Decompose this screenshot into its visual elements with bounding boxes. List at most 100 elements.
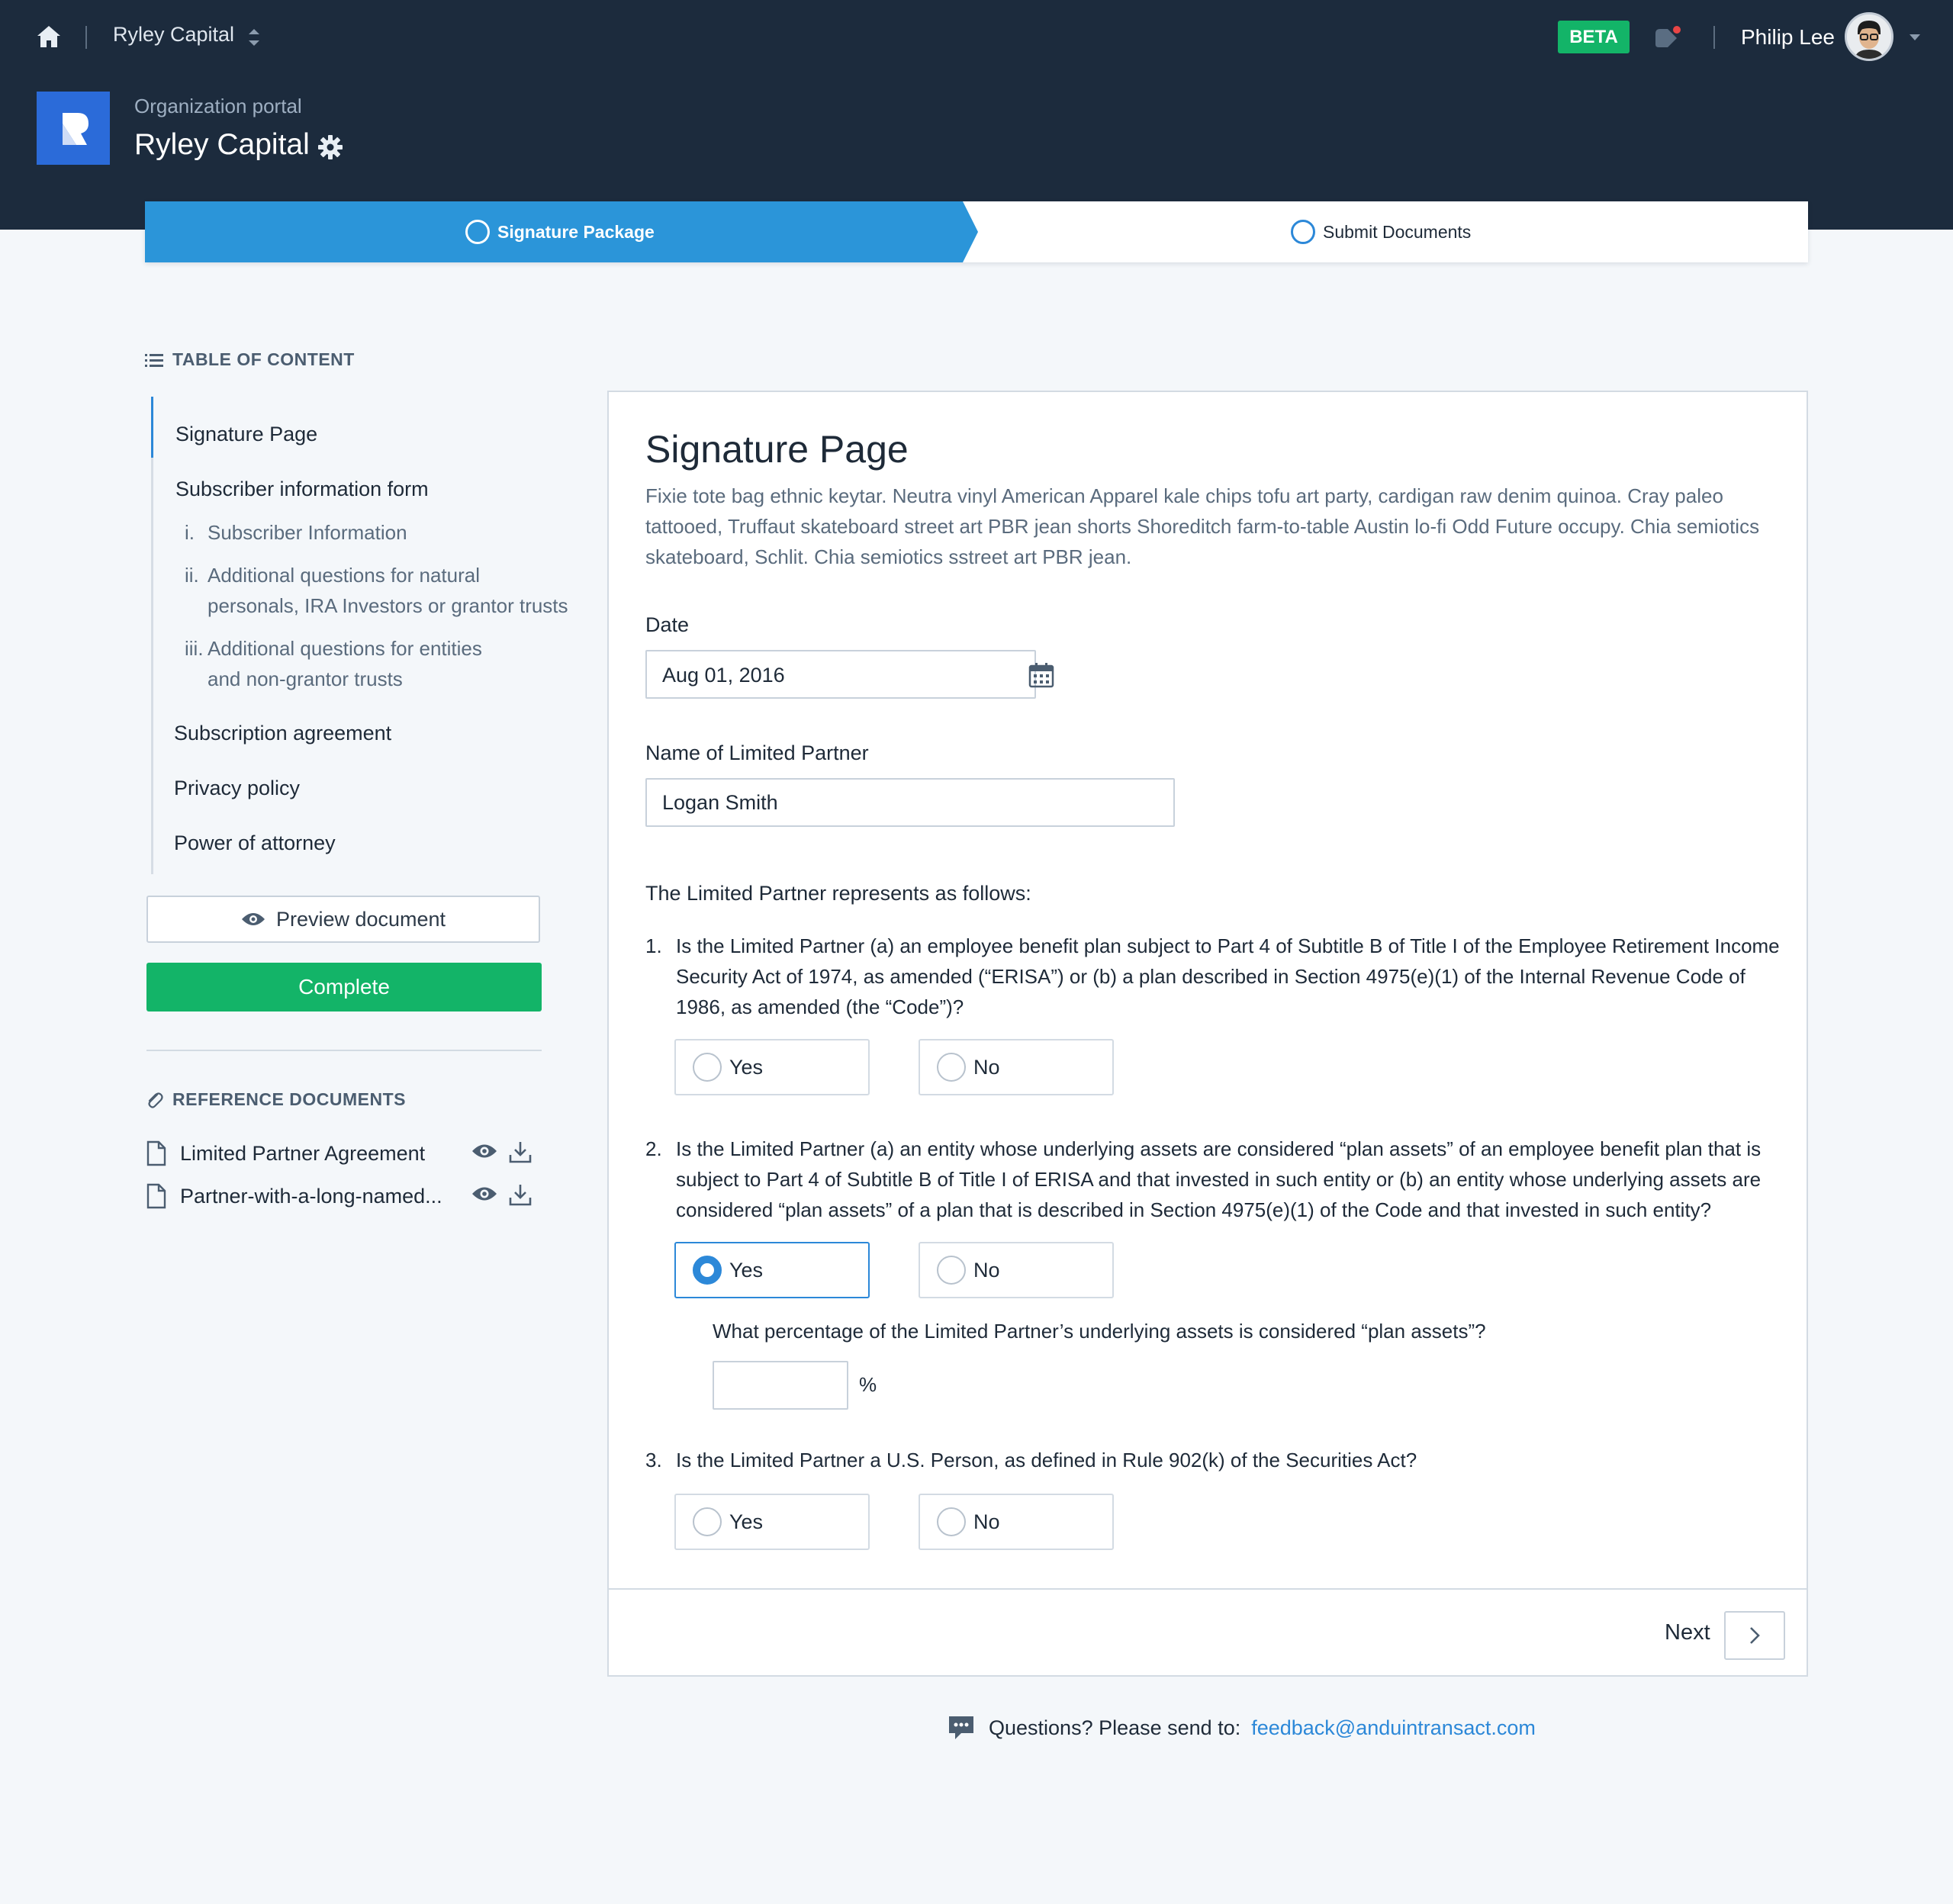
download-icon[interactable] bbox=[508, 1140, 532, 1164]
portal-label: Organization portal bbox=[134, 95, 302, 117]
eye-icon[interactable] bbox=[471, 1143, 497, 1159]
toc-heading-label: TABLE OF CONTENT bbox=[172, 349, 355, 369]
toc-subitem-label: Additional questions for entities bbox=[208, 637, 482, 660]
reference-document-row: Partner-with-a-long-named... bbox=[146, 1179, 543, 1213]
divider bbox=[85, 26, 87, 49]
beta-badge: BETA bbox=[1558, 21, 1630, 53]
reference-document-name[interactable]: Partner-with-a-long-named... bbox=[180, 1185, 470, 1208]
question-number: 3. bbox=[645, 1449, 662, 1471]
toc-subitem-label: personals, IRA Investors or grantor trus… bbox=[208, 594, 568, 617]
reference-document-name[interactable]: Limited Partner Agreement bbox=[180, 1142, 470, 1166]
org-logo bbox=[37, 92, 110, 165]
question-number: 1. bbox=[645, 934, 662, 957]
feedback-footer: Questions? Please send to: feedback@andu… bbox=[948, 1715, 1536, 1741]
question-text: Is the Limited Partner (a) an entity who… bbox=[676, 1137, 1762, 1221]
eye-icon bbox=[241, 913, 265, 925]
avatar[interactable] bbox=[1845, 12, 1893, 61]
radio-dot bbox=[693, 1256, 722, 1285]
reference-documents-heading: REFERENCE DOCUMENTS bbox=[145, 1089, 406, 1110]
preview-document-label: Preview document bbox=[275, 907, 446, 931]
toc-item-subscription-agreement[interactable]: Subscription agreement bbox=[174, 722, 391, 745]
date-label: Date bbox=[645, 613, 690, 636]
toc-subitem-number: i. bbox=[185, 521, 195, 544]
represents-label: The Limited Partner represents as follow… bbox=[645, 882, 1031, 905]
toc-subitem-number: ii. bbox=[185, 564, 199, 587]
toc-heading: TABLE OF CONTENT bbox=[145, 349, 355, 370]
toc-subitem-label: and non-grantor trusts bbox=[208, 667, 403, 690]
feedback-text: Questions? Please send to: bbox=[989, 1716, 1241, 1739]
updown-chevron-icon[interactable] bbox=[246, 26, 262, 49]
q2-yes-radio[interactable]: Yes bbox=[674, 1242, 870, 1298]
toc-subitem-label: Additional questions for natural bbox=[208, 564, 481, 587]
toc-item-privacy-policy[interactable]: Privacy policy bbox=[174, 777, 300, 800]
user-name[interactable]: Philip Lee bbox=[1741, 25, 1835, 50]
radio-dot bbox=[693, 1053, 722, 1082]
radio-label: No bbox=[973, 1510, 1000, 1533]
question-number: 2. bbox=[645, 1137, 662, 1160]
form-title: Signature Page bbox=[645, 428, 909, 471]
step-circle-icon bbox=[1291, 220, 1315, 244]
q1-yes-radio[interactable]: Yes bbox=[674, 1039, 870, 1095]
question-3: 3. Is the Limited Partner a U.S. Person,… bbox=[645, 1445, 1782, 1475]
radio-label: Yes bbox=[729, 1055, 764, 1079]
question-text: Is the Limited Partner a U.S. Person, as… bbox=[676, 1449, 1417, 1471]
stepper: Signature Package Submit Documents bbox=[145, 201, 1808, 262]
next-label[interactable]: Next bbox=[1665, 1620, 1710, 1645]
form-description: Fixie tote bag ethnic keytar. Neutra vin… bbox=[645, 484, 1760, 568]
plan-assets-percentage-input[interactable] bbox=[713, 1361, 848, 1410]
radio-label: Yes bbox=[729, 1258, 764, 1282]
org-switcher[interactable]: Ryley Capital bbox=[113, 23, 234, 47]
download-icon[interactable] bbox=[508, 1182, 532, 1207]
bell-icon[interactable] bbox=[1651, 24, 1681, 53]
radio-dot bbox=[693, 1507, 722, 1536]
toc-subitem-entities[interactable]: iii. Additional questions for entities a… bbox=[185, 633, 581, 694]
caret-down-icon[interactable] bbox=[1907, 32, 1922, 43]
radio-label: No bbox=[973, 1258, 1000, 1282]
radio-label: No bbox=[973, 1055, 1000, 1079]
calendar-icon[interactable] bbox=[1028, 662, 1054, 688]
chevron-right-icon bbox=[1750, 1627, 1760, 1644]
radio-label: Yes bbox=[729, 1510, 764, 1533]
divider bbox=[1713, 26, 1715, 49]
toc-track bbox=[151, 397, 153, 874]
q1-no-radio[interactable]: No bbox=[919, 1039, 1114, 1095]
toc-subitem-subscriber-information[interactable]: i. Subscriber Information bbox=[185, 517, 581, 548]
step-label: Submit Documents bbox=[1323, 221, 1472, 242]
step-signature-package[interactable]: Signature Package bbox=[145, 201, 978, 262]
percent-unit: % bbox=[859, 1373, 877, 1396]
radio-dot bbox=[937, 1256, 966, 1285]
document-icon bbox=[146, 1140, 166, 1166]
question-text: Is the Limited Partner (a) an employee b… bbox=[676, 934, 1780, 1018]
divider bbox=[609, 1588, 1807, 1590]
toc-subitem-number: iii. bbox=[185, 637, 204, 660]
radio-dot bbox=[937, 1507, 966, 1536]
step-label-wrap: Submit Documents bbox=[1291, 201, 1471, 262]
toc-subitem-natural-persons[interactable]: ii. Additional questions for natural per… bbox=[185, 560, 581, 621]
reference-documents-label: REFERENCE DOCUMENTS bbox=[172, 1089, 406, 1109]
home-icon[interactable] bbox=[35, 23, 63, 50]
date-value: Aug 01, 2016 bbox=[662, 664, 785, 687]
q2-no-radio[interactable]: No bbox=[919, 1242, 1114, 1298]
complete-button[interactable]: Complete bbox=[146, 963, 542, 1011]
lp-name-input[interactable] bbox=[645, 778, 1175, 827]
q3-yes-radio[interactable]: Yes bbox=[674, 1494, 870, 1550]
toc-item-subscriber-information-form[interactable]: Subscriber information form bbox=[175, 478, 429, 501]
toc-item-power-of-attorney[interactable]: Power of attorney bbox=[174, 831, 336, 855]
gear-icon[interactable] bbox=[317, 134, 343, 160]
divider bbox=[146, 1050, 542, 1051]
eye-icon[interactable] bbox=[471, 1185, 497, 1202]
preview-document-button[interactable]: Preview document bbox=[146, 896, 540, 943]
q3-no-radio[interactable]: No bbox=[919, 1494, 1114, 1550]
step-submit-documents[interactable]: Submit Documents bbox=[976, 201, 1808, 262]
radio-dot bbox=[937, 1053, 966, 1082]
paperclip-icon bbox=[148, 1092, 163, 1108]
toc-item-signature-page[interactable]: Signature Page bbox=[175, 423, 317, 446]
feedback-email-link[interactable]: feedback@anduintransact.com bbox=[1251, 1716, 1536, 1740]
chat-icon bbox=[949, 1716, 973, 1739]
list-icon bbox=[145, 353, 163, 367]
lp-name-label: Name of Limited Partner bbox=[645, 741, 869, 764]
date-field[interactable]: Aug 01, 2016 bbox=[645, 650, 1054, 699]
toc-subitem-label: Subscriber Information bbox=[208, 521, 407, 544]
next-button[interactable] bbox=[1724, 1611, 1785, 1660]
question-2: 2. Is the Limited Partner (a) an entity … bbox=[645, 1134, 1782, 1225]
